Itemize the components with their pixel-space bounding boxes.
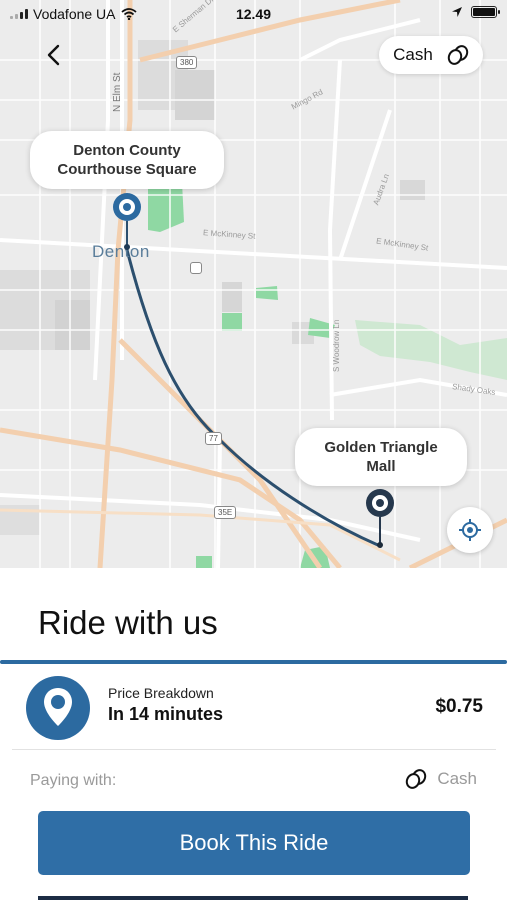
payment-chip-label: Cash <box>393 45 433 64</box>
cash-coins-icon <box>406 769 427 789</box>
location-arrow-icon <box>452 7 462 17</box>
destination-label[interactable]: Golden Triangle Mall <box>295 428 467 486</box>
poi-icon <box>190 262 202 274</box>
chevron-left-icon <box>47 44 60 66</box>
destination-pin-icon[interactable] <box>365 488 395 550</box>
origin-label-line2: Courthouse Square <box>57 161 197 178</box>
map-view[interactable]: N Elm St E McKinney St E McKinney St Min… <box>0 0 507 568</box>
paying-with-label: Paying with: <box>30 772 117 789</box>
payment-chip[interactable]: Cash <box>379 36 483 74</box>
payment-method-selector[interactable]: Cash <box>405 769 477 789</box>
street-label: N Elm St <box>112 72 123 112</box>
highway-shield: 35E <box>214 506 237 519</box>
ride-option[interactable]: Price Breakdown In 14 minutes $0.75 <box>0 664 507 750</box>
ride-price: $0.75 <box>435 696 483 717</box>
crosshair-icon <box>459 519 481 541</box>
highway-shield: 77 <box>205 432 222 445</box>
street-label: S Woodrow Ln <box>332 319 341 372</box>
cash-coins-icon <box>447 45 469 65</box>
payment-method-label: Cash <box>437 769 477 788</box>
status-time: 12.49 <box>235 6 272 22</box>
battery-icon <box>471 6 500 18</box>
destination-label-line2: Mall <box>366 458 396 475</box>
back-button[interactable] <box>36 38 70 72</box>
status-bar: Vodafone UA 12.49 <box>0 0 507 28</box>
price-breakdown-label[interactable]: Price Breakdown <box>108 685 214 701</box>
ride-eta: In 14 minutes <box>108 704 224 724</box>
ride-sheet: Ride with us Price Breakdown In 14 minut… <box>0 568 507 900</box>
book-ride-button[interactable]: Book This Ride <box>38 811 470 875</box>
home-indicator <box>38 896 468 900</box>
sheet-title: Ride with us <box>38 604 218 641</box>
locate-me-button[interactable] <box>447 507 493 553</box>
row-divider <box>12 749 496 750</box>
ride-pin-icon <box>26 676 90 740</box>
highway-shield: 380 <box>176 56 198 69</box>
origin-pin-icon[interactable] <box>112 192 142 252</box>
origin-label-line1: Denton County <box>73 142 181 159</box>
destination-label-line1: Golden Triangle <box>324 439 438 456</box>
origin-label[interactable]: Denton County Courthouse Square <box>30 131 224 189</box>
